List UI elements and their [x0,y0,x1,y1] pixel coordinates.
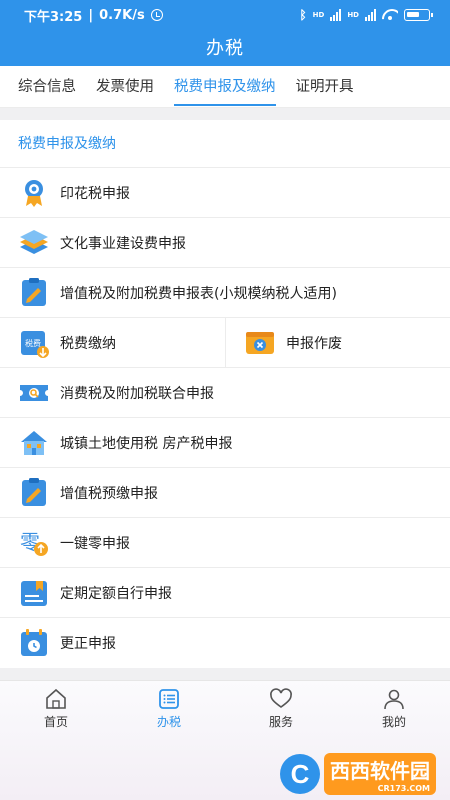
signal-icon-2 [365,9,376,21]
status-time: 下午3:25 [24,9,83,25]
item-label: 税费缴纳 [60,335,116,352]
item-vat-prepay[interactable]: 增值税预缴申报 [0,468,450,518]
clipboard-pen-icon [18,477,50,509]
item-void-declaration[interactable]: 申报作废 [225,317,450,368]
document-bookmark-icon [18,577,50,609]
item-label: 一键零申报 [60,535,130,552]
nav-label: 办税 [156,715,181,729]
battery-icon [404,9,433,21]
network-type: HD [312,11,325,19]
item-label: 定期定额自行申报 [60,585,172,602]
item-land-property-tax[interactable]: 城镇土地使用税 房产税申报 [0,418,450,468]
item-label: 文化事业建设费申报 [60,235,186,252]
item-stamp-tax[interactable]: 印花税申报 [0,168,450,218]
item-zero-declaration[interactable]: 零 一键零申报 [0,518,450,568]
watermark: C 西西软件园 CR173.COM [280,753,436,795]
item-tax-payment[interactable]: 税费 税费缴纳 [0,318,225,368]
nav-service[interactable]: 服务 [241,687,321,730]
watermark-logo-icon: C [280,754,320,794]
svg-text:税费: 税费 [25,338,41,348]
item-correction[interactable]: 更正申报 [0,618,450,668]
void-window-icon [244,327,276,359]
tab-general-info[interactable]: 综合信息 [18,66,76,108]
status-speed: 0.7K/s [99,7,145,23]
house-icon [18,427,50,459]
status-bar: 下午3:25 | 0.7K/s ᛒ HD HD [24,6,433,25]
declaration-panel: 税费申报及缴纳 印花税申报 文化事业建设费申报 增值税及附加税费申报表(小规模纳… [0,120,450,668]
item-consumption-tax[interactable]: 消费税及附加税联合申报 [0,368,450,418]
item-label: 印花税申报 [60,185,130,202]
tab-certificate[interactable]: 证明开具 [296,66,354,108]
nav-label: 我的 [381,715,406,729]
item-split-row: 税费 税费缴纳 申报作废 [0,317,450,368]
item-label: 增值税预缴申报 [60,485,158,502]
page-title: 办税 [206,38,244,59]
item-vat-small-scale[interactable]: 增值税及附加税费申报表(小规模纳税人适用) [0,268,450,318]
nav-label: 首页 [43,715,68,729]
alarm-clock-icon [150,9,163,21]
zero-upload-icon: 零 [18,527,50,559]
category-tabs: 综合信息 发票使用 税费申报及缴纳 证明开具 [0,66,450,108]
bluetooth-icon: ᛒ [299,8,307,22]
item-label: 增值税及附加税费申报表(小规模纳税人适用) [60,285,337,302]
clipboard-edit-icon [18,277,50,309]
wifi-icon [382,9,398,21]
nav-label: 服务 [268,715,293,729]
item-label: 更正申报 [60,636,116,652]
nav-mine[interactable]: 我的 [354,687,434,730]
item-label: 消费税及附加税联合申报 [60,385,214,402]
bottom-nav: 首页 办税 服务 我的 C 西西软件园 CR173.COM [0,680,450,800]
watermark-text: 西西软件园 CR173.COM [324,753,436,795]
nav-home[interactable]: 首页 [16,687,96,730]
top-bar: 下午3:25 | 0.7K/s ᛒ HD HD 办税 [0,0,450,66]
item-label: 城镇土地使用税 房产税申报 [60,435,233,452]
divider [0,108,450,120]
nav-tax[interactable]: 办税 [129,687,209,730]
tab-invoice-use[interactable]: 发票使用 [96,66,154,108]
ticket-search-icon [18,377,50,409]
user-icon [382,687,406,711]
tab-tax-declaration[interactable]: 税费申报及缴纳 [174,66,276,108]
section-title: 税费申报及缴纳 [0,120,450,168]
item-fixed-quota[interactable]: 定期定额自行申报 [0,568,450,618]
stamp-badge-icon [18,177,50,209]
layers-icon [18,227,50,259]
network-type-2: HD [347,11,359,19]
calendar-clock-icon [18,627,50,659]
home-icon [44,687,68,711]
item-label: 申报作废 [286,335,342,352]
divider [0,668,450,680]
heart-icon [269,687,293,711]
tax-payment-icon: 税费 [18,327,50,359]
signal-icon [330,9,342,21]
list-icon [157,687,181,711]
item-culture-fee[interactable]: 文化事业建设费申报 [0,218,450,268]
